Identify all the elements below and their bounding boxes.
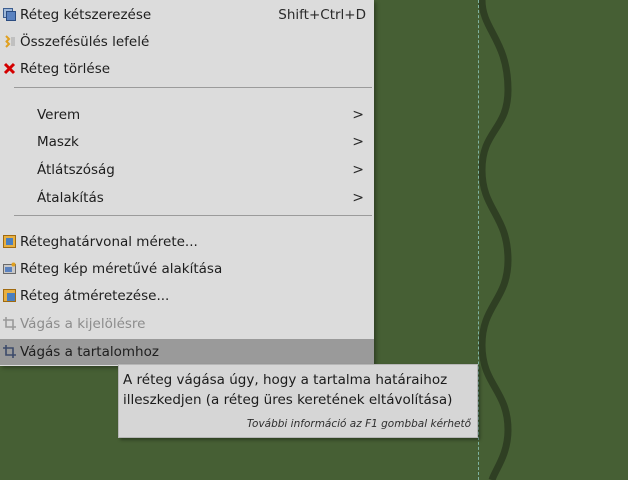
menu-item-label: Réteg kétszerezése — [20, 7, 152, 23]
menu-item-label: Réteg kép méretűvé alakítása — [20, 261, 223, 277]
menu-item-label: Összefésülés lefelé — [20, 34, 150, 50]
menu-item-label: Vágás a tartalomhoz — [20, 344, 159, 360]
menu-item-stack[interactable]: Verem > — [0, 102, 374, 128]
menu-item-label: Réteg törlése — [20, 61, 111, 77]
menu-separator — [14, 87, 372, 88]
menu-item-transform[interactable]: Átalakítás > — [0, 185, 374, 211]
submenu-arrow-icon: > — [352, 134, 364, 150]
menu-item-layer-boundary-size[interactable]: Réteghatárvonal mérete... — [0, 229, 374, 255]
layer-boundary-size-icon — [3, 235, 16, 248]
layer-context-menu: Réteg kétszerezése Shift+Ctrl+D Összefés… — [0, 0, 374, 366]
menu-item-tooltip: A réteg vágása úgy, hogy a tartalma hatá… — [118, 364, 478, 438]
menu-item-label: Átalakítás — [37, 190, 104, 206]
canvas-guide-line — [478, 0, 479, 480]
duplicate-layer-icon — [3, 8, 16, 21]
menu-item-label: Maszk — [37, 134, 79, 150]
menu-item-scale-layer[interactable]: Réteg átméretezése... — [0, 283, 374, 309]
menu-item-label: Réteg átméretezése... — [20, 288, 170, 304]
tooltip-help-hint: További információ az F1 gombbal kérhető — [246, 418, 471, 430]
crop-icon — [3, 345, 16, 358]
crop-icon — [3, 317, 16, 330]
menu-separator — [14, 215, 372, 216]
delete-icon — [3, 62, 16, 75]
menu-item-mask[interactable]: Maszk > — [0, 129, 374, 155]
menu-item-label: Verem — [37, 107, 81, 123]
shortcut-label: Shift+Ctrl+D — [278, 7, 366, 23]
menu-item-label: Vágás a kijelölésre — [20, 316, 146, 332]
menu-item-delete-layer[interactable]: Réteg törlése — [0, 56, 374, 82]
tooltip-line: illeszkedjen (a réteg üres keretének elt… — [123, 392, 453, 408]
menu-item-label: Átlátszóság — [37, 162, 115, 178]
menu-item-duplicate-layer[interactable]: Réteg kétszerezése Shift+Ctrl+D — [0, 2, 374, 28]
menu-item-label: Réteghatárvonal mérete... — [20, 234, 198, 250]
menu-item-transparency[interactable]: Átlátszóság > — [0, 157, 374, 183]
tooltip-text: A réteg vágása úgy, hogy a tartalma hatá… — [123, 370, 473, 410]
submenu-arrow-icon: > — [352, 190, 364, 206]
submenu-arrow-icon: > — [352, 107, 364, 123]
merge-down-icon — [5, 35, 15, 48]
menu-item-layer-to-image-size[interactable]: Réteg kép méretűvé alakítása — [0, 256, 374, 282]
layer-to-image-size-icon — [3, 262, 16, 274]
menu-item-crop-to-content[interactable]: Vágás a tartalomhoz — [0, 339, 374, 365]
wavy-shadow-shape — [478, 0, 512, 480]
scale-layer-icon — [3, 289, 16, 302]
menu-item-crop-to-selection[interactable]: Vágás a kijelölésre — [0, 311, 374, 337]
submenu-arrow-icon: > — [352, 162, 364, 178]
menu-item-merge-down[interactable]: Összefésülés lefelé — [0, 29, 374, 55]
tooltip-line: A réteg vágása úgy, hogy a tartalma hatá… — [123, 372, 448, 388]
